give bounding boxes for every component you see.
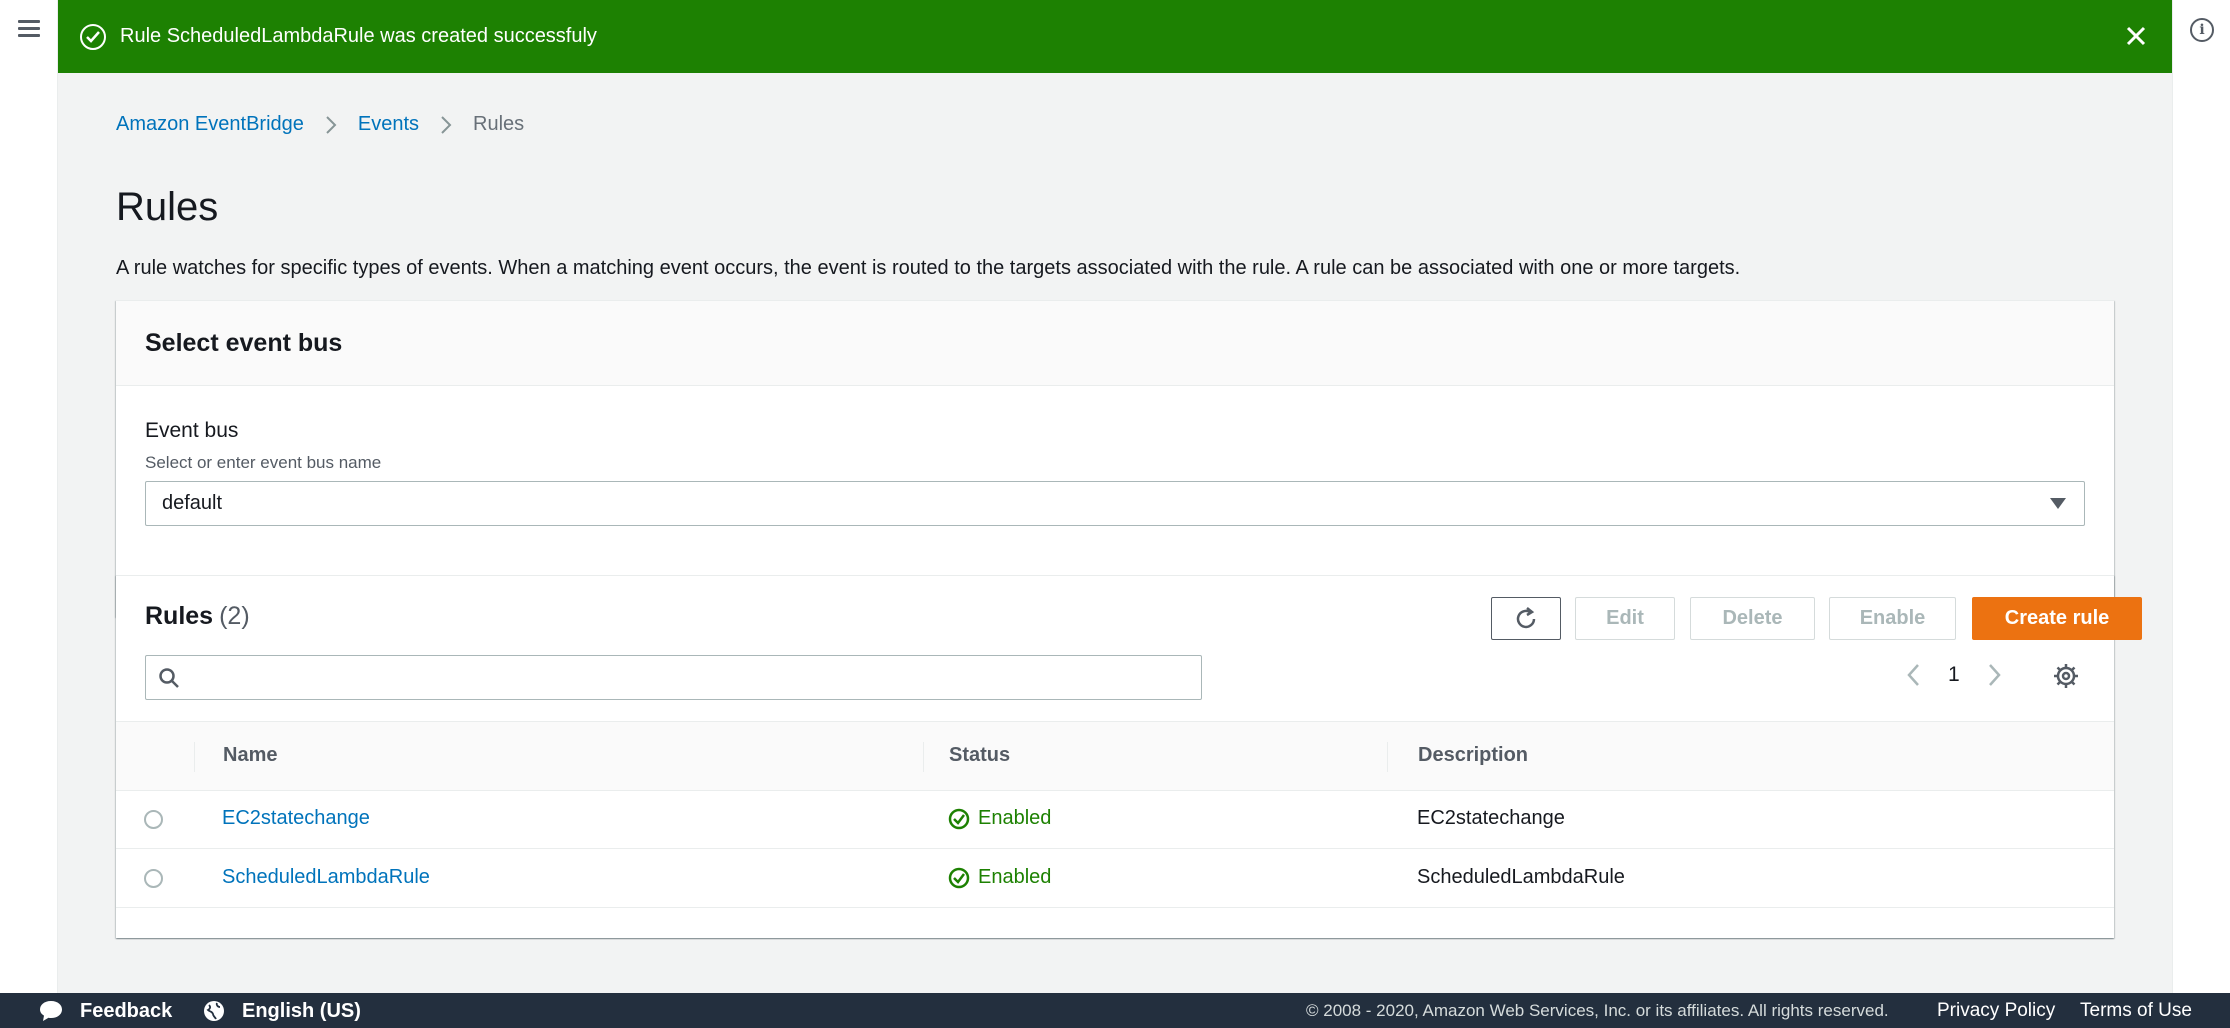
rules-search-input[interactable] [145,655,1202,700]
terms-of-use-link[interactable]: Terms of Use [2080,1000,2192,1022]
info-icon[interactable]: i [2190,18,2214,42]
refresh-icon [1516,606,1536,628]
status-text: Enabled [978,807,1052,829]
column-divider [194,742,195,772]
caret-down-icon [2050,498,2066,509]
edit-button[interactable]: Edit [1575,597,1675,640]
copyright-text: © 2008 - 2020, Amazon Web Services, Inc.… [1306,1001,1889,1020]
refresh-button[interactable] [1491,597,1561,640]
row-select-radio[interactable] [144,810,163,829]
language-selector[interactable]: English (US) [202,999,361,1023]
status-badge: Enabled [948,866,1051,889]
event-bus-panel: Select event bus Event bus Select or ent… [116,300,2114,617]
left-navigation-rail [0,0,58,993]
page-title: Rules [116,185,219,229]
enable-button[interactable]: Enable [1829,597,1956,640]
language-label: English (US) [242,999,361,1022]
column-divider [1387,742,1388,772]
status-text: Enabled [978,866,1052,888]
chevron-right-icon[interactable] [1986,662,2002,688]
event-bus-description: Select or enter event bus name [145,453,382,472]
breadcrumb-rules: Rules [473,113,525,135]
rules-count: (2) [219,602,250,630]
search-icon [159,668,179,688]
pagination: 1 [1906,662,2002,688]
success-check-icon [948,867,970,888]
event-bus-label: Event bus [145,419,239,442]
chevron-right-icon [441,115,452,134]
main-content: Amazon EventBridge Events Rules Rules A … [58,73,2172,993]
right-help-rail: i [2172,0,2230,993]
rules-title-text: Rules [145,602,214,630]
status-badge: Enabled [948,807,1051,830]
chevron-right-icon [326,115,337,134]
table-row[interactable]: ScheduledLambdaRule Enabled ScheduledLam… [116,850,2114,908]
rules-panel-title: Rules (2) [145,602,250,631]
rule-description: ScheduledLambdaRule [1417,866,1625,888]
rule-name-link[interactable]: ScheduledLambdaRule [222,866,430,889]
chat-bubble-icon [40,1001,62,1021]
success-check-icon [948,808,970,829]
success-check-icon [80,23,106,50]
close-icon[interactable] [2122,22,2150,50]
create-rule-button[interactable]: Create rule [1972,597,2142,640]
rule-name-link[interactable]: EC2statechange [222,807,370,830]
table-row[interactable]: EC2statechange Enabled EC2statechange [116,791,2114,849]
rules-panel: Rules (2) Edit Delete Enable Create rule … [116,575,2142,938]
breadcrumb-events[interactable]: Events [358,113,419,136]
delete-button[interactable]: Delete [1690,597,1815,640]
page-number[interactable]: 1 [1948,663,1960,687]
chevron-left-icon[interactable] [1906,662,1922,688]
footer: Feedback English (US) © 2008 - 2020, Ama… [0,993,2230,1028]
feedback-label: Feedback [80,999,173,1022]
menu-icon[interactable] [18,20,40,38]
breadcrumb: Amazon EventBridge Events Rules [116,113,524,136]
column-header-name[interactable]: Name [223,744,277,767]
gear-icon[interactable] [2052,662,2080,690]
event-bus-select-value: default [162,492,223,514]
breadcrumb-eventbridge[interactable]: Amazon EventBridge [116,113,304,136]
globe-icon [204,1001,224,1021]
rule-description: EC2statechange [1417,807,1565,829]
event-bus-panel-title: Select event bus [145,329,343,357]
row-select-radio[interactable] [144,869,163,888]
feedback-button[interactable]: Feedback [38,999,172,1023]
privacy-policy-link[interactable]: Privacy Policy [1937,1000,2055,1022]
flash-message: Rule ScheduledLambdaRule was created suc… [120,25,597,47]
column-header-status[interactable]: Status [949,744,1010,767]
event-bus-select[interactable]: default [145,481,2085,526]
event-bus-panel-header: Select event bus [116,301,2114,386]
page-description: A rule watches for specific types of eve… [116,257,1741,279]
column-divider [923,742,924,772]
table-header: Name Status Description [116,721,2114,791]
column-header-description[interactable]: Description [1418,744,1528,767]
success-flash-banner: Rule ScheduledLambdaRule was created suc… [58,0,2172,73]
